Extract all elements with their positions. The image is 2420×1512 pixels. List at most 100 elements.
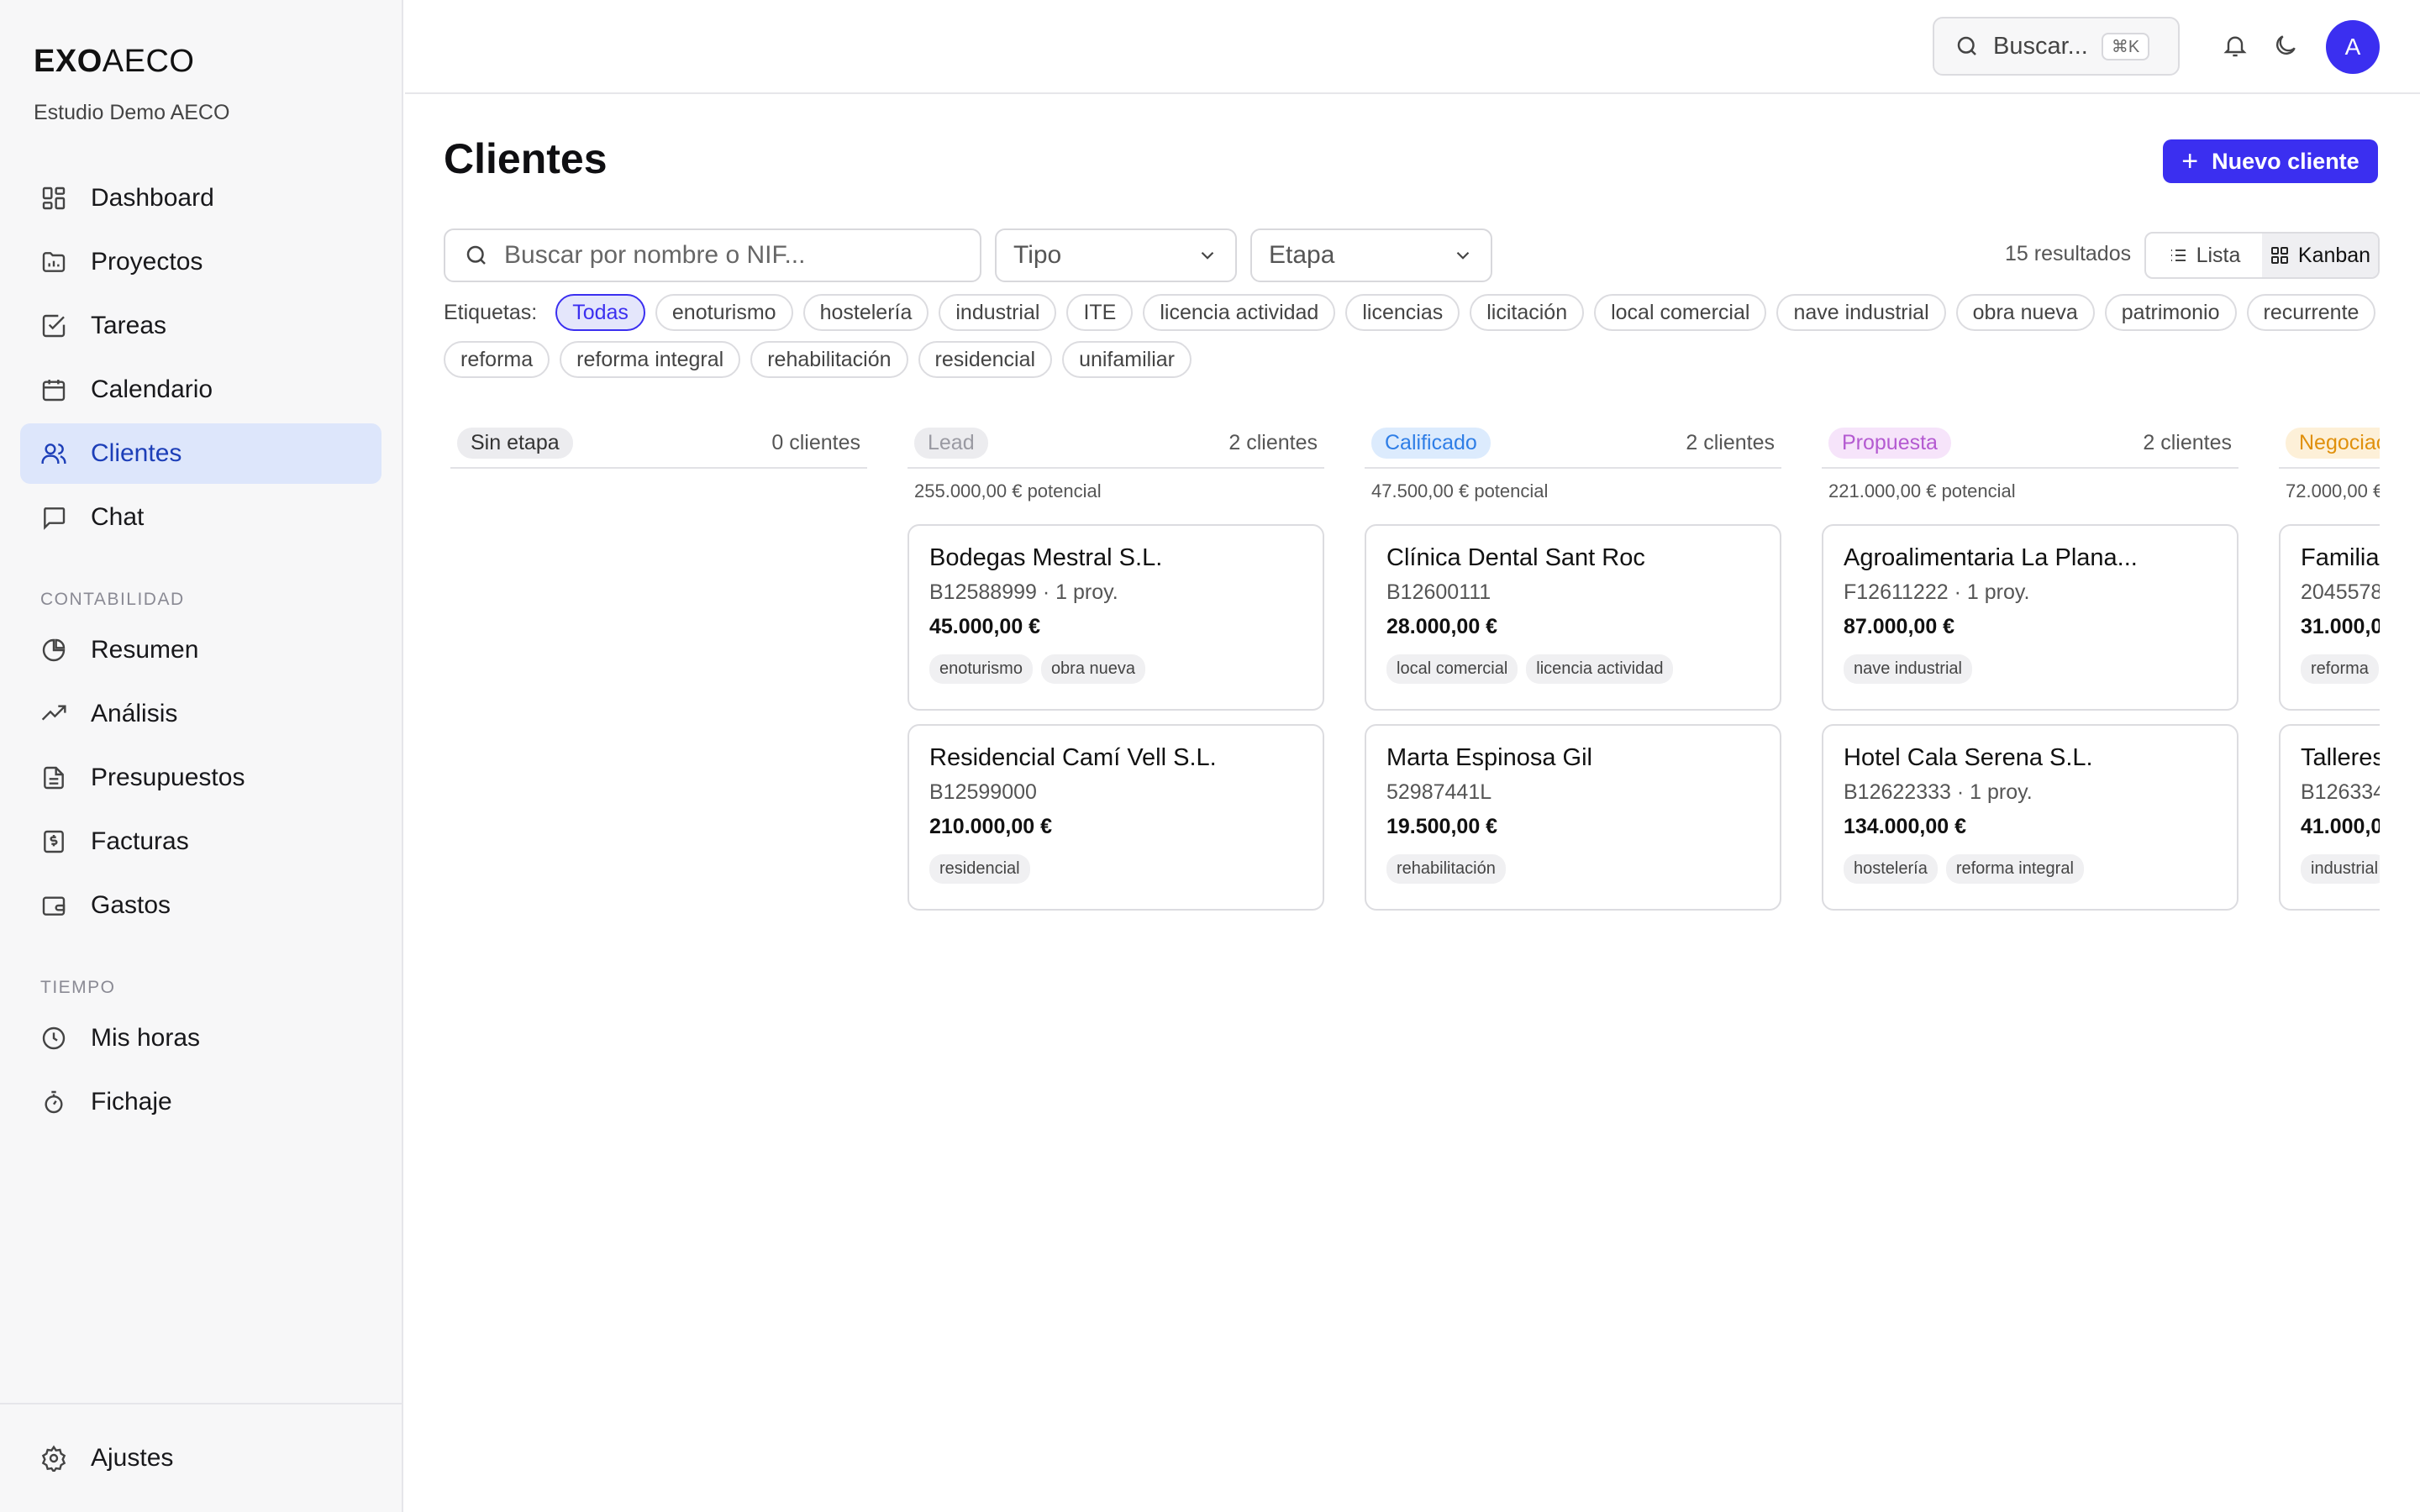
- client-amount: 19.500,00 €: [1386, 815, 1498, 838]
- sidebar-item-presupuestos[interactable]: Presupuestos: [20, 748, 381, 808]
- list-icon: [2170, 249, 2186, 261]
- column-potential-value: 221.000,00 € potencial: [1828, 480, 2016, 501]
- tag-filter-chip[interactable]: patrimonio: [2104, 294, 2237, 331]
- tag-filter-chip[interactable]: industrial: [939, 294, 1057, 331]
- tag-filter-chip[interactable]: hostelería: [802, 294, 929, 331]
- tag-filter-chip[interactable]: reforma: [444, 341, 550, 378]
- kanban-column: Lead 2 clientes 255.000,00 € potencial Bode…: [908, 418, 1324, 911]
- client-name: Familia Sa: [2301, 544, 2380, 571]
- tag-filter-chip[interactable]: licencia actividad: [1143, 294, 1336, 331]
- client-card[interactable]: Clínica Dental Sant Roc B12600111 28.000,0…: [1365, 524, 1781, 711]
- bell-icon: [2223, 36, 2247, 57]
- avatar[interactable]: A: [2326, 20, 2380, 74]
- checkbox-icon: [42, 314, 66, 338]
- column-potential-value: 72.000,00 € p: [2286, 480, 2380, 501]
- search-icon: [1957, 36, 1976, 55]
- client-card[interactable]: Agroalimentaria La Plana... F12611222 · 1…: [1822, 524, 2238, 711]
- client-tag: nave industrial: [1844, 654, 1972, 684]
- sidebar-item-chat[interactable]: Chat: [20, 487, 381, 548]
- client-card[interactable]: Marta Espinosa Gil 52987441L 19.500,00 € re…: [1365, 724, 1781, 911]
- client-card[interactable]: Bodegas Mestral S.L. B12588999 · 1 proy. 4…: [908, 524, 1324, 711]
- tag-filter-chip[interactable]: residencial: [918, 341, 1053, 378]
- client-tag: licencia actividad: [1526, 654, 1674, 684]
- sidebar-item-tareas[interactable]: Tareas: [20, 296, 381, 356]
- client-search-input[interactable]: Buscar por nombre o NIF...: [444, 228, 981, 282]
- client-tags: local comercial licencia actividad: [1386, 654, 1760, 684]
- tag-filter-chip[interactable]: obra nueva: [1955, 294, 2095, 331]
- accounting-nav: Resumen Análisis Presupuestos Facturas G…: [20, 620, 381, 939]
- sidebar-item-calendario[interactable]: Calendario: [20, 360, 381, 420]
- client-tag: industrial: [2301, 854, 2380, 884]
- notifications-button[interactable]: [2217, 27, 2254, 64]
- view-list-button[interactable]: Lista: [2146, 234, 2262, 277]
- sidebar-item-resumen[interactable]: Resumen: [20, 620, 381, 680]
- tag-filter-chip[interactable]: Todas: [555, 294, 645, 331]
- column-potential-value: 47.500,00 € potencial: [1371, 480, 1549, 501]
- global-search-button[interactable]: Buscar... ⌘K: [1933, 17, 2180, 76]
- trend-icon: [41, 705, 66, 721]
- chevron-down-icon: [1201, 251, 1214, 260]
- client-nif: 52987441L: [1386, 780, 1492, 804]
- view-kanban-button[interactable]: Kanban: [2262, 234, 2378, 277]
- tag-filter-chip[interactable]: recurrente: [2246, 294, 2376, 331]
- tag-filter-chip[interactable]: enoturismo: [655, 294, 793, 331]
- stage-select[interactable]: Etapa: [1250, 228, 1492, 282]
- sidebar-item-analisis[interactable]: Análisis: [20, 684, 381, 744]
- tag-filter-chip[interactable]: reforma integral: [560, 341, 741, 378]
- client-tags: industrial: [2301, 854, 2380, 884]
- client-tags: reforma: [2301, 654, 2380, 684]
- client-tag: enoturismo: [929, 654, 1033, 684]
- sidebar-item-label: Análisis: [91, 700, 178, 727]
- kanban-column: Negociació 72.000,00 € p Familia Sa 2045578…: [2279, 418, 2380, 911]
- tag-filter-chip[interactable]: rehabilitación: [750, 341, 908, 378]
- client-nif: F12611222 · 1 proy.: [1844, 580, 2030, 604]
- kanban-column-header: Propuesta 2 clientes: [1822, 418, 2238, 469]
- client-nif: B12633444: [2301, 780, 2380, 804]
- stage-select-value: Etapa: [1269, 241, 1335, 269]
- client-amount: 210.000,00 €: [929, 815, 1052, 838]
- client-tag: local comercial: [1386, 654, 1518, 684]
- tag-filter-chip[interactable]: licitación: [1470, 294, 1585, 331]
- client-amount: 45.000,00 €: [929, 615, 1041, 638]
- top-bar: Buscar... ⌘K A: [405, 0, 2420, 94]
- tag-filter-chip[interactable]: unifamiliar: [1062, 341, 1192, 378]
- sidebar-item-facturas[interactable]: Facturas: [20, 811, 381, 872]
- grid-icon: [2270, 247, 2288, 264]
- client-tag: hostelería: [1844, 854, 1938, 884]
- client-amount: 41.000,00: [2301, 815, 2380, 838]
- stage-badge: Negociació: [2286, 427, 2380, 459]
- client-card[interactable]: Hotel Cala Serena S.L. B12622333 · 1 proy…: [1822, 724, 2238, 911]
- view-kanban-label: Kanban: [2297, 243, 2371, 267]
- client-card[interactable]: Familia Sa 20455789K 31.000,00 reforma: [2279, 524, 2380, 711]
- tag-filter-chip[interactable]: ITE: [1066, 294, 1134, 331]
- chat-icon: [44, 507, 66, 530]
- app-logo[interactable]: EXOAECO: [34, 44, 194, 80]
- sidebar-item-fichaje[interactable]: Fichaje: [20, 1072, 381, 1132]
- sidebar-item-label: Facturas: [91, 827, 189, 855]
- client-amount: 134.000,00 €: [1844, 815, 1966, 838]
- organization-name: Estudio Demo AECO: [34, 101, 230, 124]
- stage-badge: Calificado: [1371, 427, 1491, 459]
- tag-filter-chip[interactable]: local comercial: [1594, 294, 1767, 331]
- sidebar-item-mis-horas[interactable]: Mis horas: [20, 1008, 381, 1068]
- sidebar-item-proyectos[interactable]: Proyectos: [20, 232, 381, 292]
- tag-filter-chip[interactable]: licencias: [1345, 294, 1460, 331]
- tag-filter-chip[interactable]: nave industrial: [1776, 294, 1946, 331]
- client-card[interactable]: Residencial Camí Vell S.L. B12599000 210.0…: [908, 724, 1324, 911]
- sidebar-item-label: Resumen: [91, 636, 199, 664]
- sidebar-item-gastos[interactable]: Gastos: [20, 875, 381, 936]
- client-card[interactable]: Talleres B B12633444 41.000,00 industrial: [2279, 724, 2380, 911]
- sidebar-item-dashboard[interactable]: Dashboard: [20, 168, 381, 228]
- kanban-column-header: Calificado 2 clientes: [1365, 418, 1781, 469]
- theme-toggle-button[interactable]: [2267, 27, 2304, 64]
- kanban-column: Sin etapa 0 clientes: [450, 418, 867, 469]
- kanban-column-header: Negociació: [2279, 418, 2380, 469]
- column-client-count: 2 clientes: [1686, 430, 1775, 454]
- new-client-button[interactable]: + Nuevo cliente: [2163, 139, 2378, 183]
- sidebar-item-clientes[interactable]: Clientes: [20, 423, 381, 484]
- client-nif: B12600111: [1386, 580, 1491, 604]
- stage-badge: Propuesta: [1828, 427, 1951, 459]
- type-select[interactable]: Tipo: [995, 228, 1237, 282]
- client-nif: 20455789K: [2301, 580, 2380, 604]
- sidebar-item-ajustes[interactable]: Ajustes: [20, 1428, 381, 1488]
